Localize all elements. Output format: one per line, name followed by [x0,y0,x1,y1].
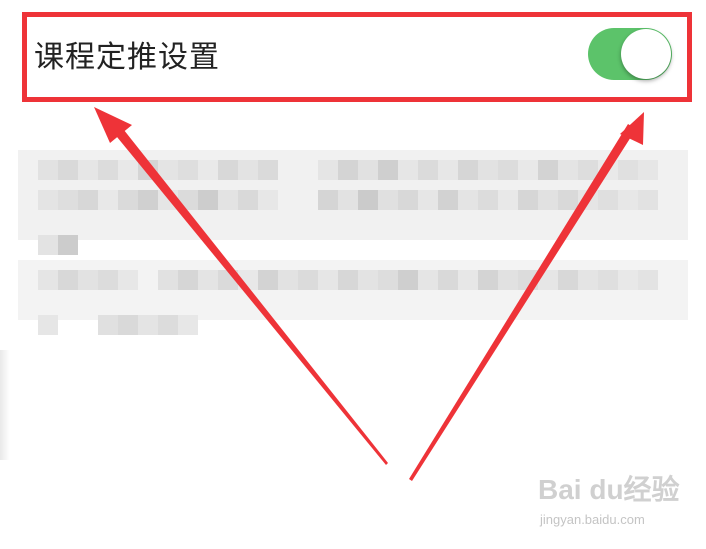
watermark-sub: jingyan.baidu.com [540,512,645,527]
left-arrow-head [94,107,132,143]
setting-label: 课程定推设置 [34,40,220,75]
toggle-knob[interactable] [621,29,671,79]
course-push-toggle[interactable] [588,28,672,80]
pixelated-content [18,150,688,335]
right-arrow-head [620,112,644,145]
baidu-jingyan-watermark: Bai du经验 jingyan.baidu.com [538,468,688,540]
watermark-main: Bai du经验 [538,474,680,505]
app-screen: 课程定推设置 Bai du经验 jingyan.baidu.com [0,0,706,549]
setting-row-course-push: 课程定推设置 [0,12,706,104]
edge-shadow [0,350,10,460]
